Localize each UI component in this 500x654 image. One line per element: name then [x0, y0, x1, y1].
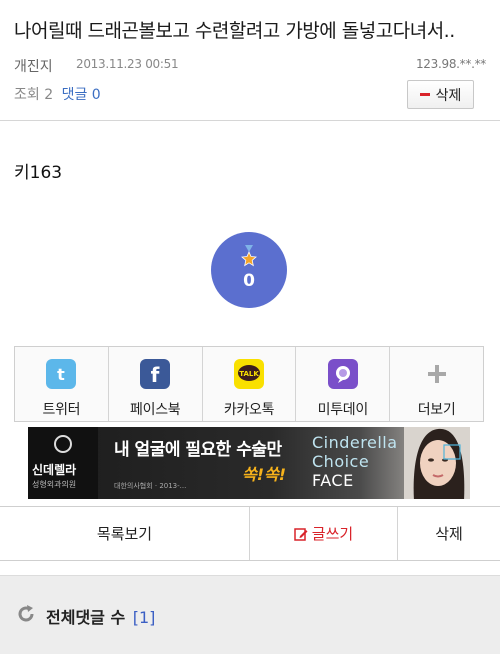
- kakaotalk-icon: TALK: [233, 359, 264, 389]
- ad-brand-en-line1: Cinderella: [312, 433, 398, 452]
- share-twitter[interactable]: t 트위터: [15, 347, 109, 421]
- ad-logo: 신데렐라 성형외과의원: [28, 427, 98, 499]
- delete-button-label: 삭제: [435, 525, 463, 543]
- twitter-icon: t: [46, 359, 77, 389]
- ad-brand-ko: 신데렐라: [32, 463, 77, 477]
- svg-text:f: f: [151, 363, 160, 385]
- ad-brand-en-line3: FACE: [312, 471, 354, 490]
- pen-icon: [294, 527, 308, 541]
- share-facebook[interactable]: f 페이스북: [109, 347, 203, 421]
- share-more-label: 더보기: [417, 402, 456, 418]
- ad-brand-sub: 성형외과의원: [32, 480, 77, 489]
- share-twitter-label: 트위터: [42, 402, 81, 418]
- post-meta: 개진지 2013.11.23 00:51 123.98.**.**: [14, 56, 486, 76]
- ad-logo-icon: [54, 435, 72, 453]
- write-button-label: 글쓰기: [311, 525, 354, 543]
- ad-brand-en-line2: Choice: [312, 452, 370, 471]
- svg-text:t: t: [58, 365, 66, 384]
- medal-icon: [241, 245, 257, 267]
- action-bar: 목록보기 글쓰기 삭제: [0, 506, 500, 561]
- list-button[interactable]: 목록보기: [0, 507, 250, 560]
- ad-headline: 내 얼굴에 필요한 수술만: [114, 440, 282, 460]
- comments-title-label: 전체댓글 수: [46, 608, 126, 627]
- recommend-count: 0: [243, 271, 255, 291]
- comment-count-link[interactable]: 댓글 0: [62, 87, 101, 103]
- share-more[interactable]: 더보기: [390, 347, 483, 421]
- minus-icon: [419, 93, 430, 96]
- delete-small-label: 삭제: [435, 87, 462, 104]
- post-stats: 조회 2 댓글 0: [14, 84, 101, 104]
- share-metoday[interactable]: 미투데이: [296, 347, 391, 421]
- facebook-icon: f: [140, 359, 171, 389]
- svg-text:TALK: TALK: [239, 370, 259, 378]
- comments-title: 전체댓글 수 [1]: [46, 604, 155, 628]
- ad-banner[interactable]: 신데렐라 성형외과의원 내 얼굴에 필요한 수술만 쏙!쏙! 대한의사협회 · …: [28, 427, 470, 499]
- comments-total-count: [1]: [132, 608, 156, 627]
- delete-button[interactable]: 삭제: [398, 507, 500, 560]
- ad-slogan: 쏙!쏙!: [242, 465, 287, 484]
- ad-brand-en: Cinderella Choice FACE: [312, 433, 398, 490]
- post-header: 나어릴때 드래곤볼보고 수련할려고 가방에 돌넣고다녀서.. 개진지 2013.…: [0, 0, 500, 121]
- share-bar: t 트위터 f 페이스북 TALK 카카오톡 미투데이 더보기: [14, 346, 484, 422]
- post-title: 나어릴때 드래곤볼보고 수련할려고 가방에 돌넣고다녀서..: [14, 20, 455, 42]
- metoday-icon: [327, 359, 358, 389]
- share-metoday-label: 미투데이: [317, 402, 369, 418]
- post-body: 키163: [14, 163, 63, 183]
- share-kakaotalk[interactable]: TALK 카카오톡: [203, 347, 297, 421]
- list-button-label: 목록보기: [96, 525, 153, 543]
- ad-fineprint: 대한의사협회 · 2013-...: [114, 482, 187, 490]
- view-count: 조회 2: [14, 87, 54, 103]
- post-ip: 123.98.**.**: [415, 57, 486, 71]
- plus-icon: [422, 359, 452, 389]
- share-facebook-label: 페이스북: [130, 402, 181, 418]
- post-date: 2013.11.23 00:51: [76, 57, 179, 71]
- delete-post-small-button[interactable]: 삭제: [407, 80, 474, 109]
- recommend-button[interactable]: 0: [211, 232, 287, 308]
- refresh-icon[interactable]: [16, 604, 36, 624]
- post-author[interactable]: 개진지: [14, 56, 53, 76]
- share-kakaotalk-label: 카카오톡: [223, 402, 275, 418]
- write-button[interactable]: 글쓰기: [250, 507, 398, 560]
- ad-model-image: [404, 427, 470, 499]
- comments-header: 전체댓글 수 [1]: [0, 575, 500, 654]
